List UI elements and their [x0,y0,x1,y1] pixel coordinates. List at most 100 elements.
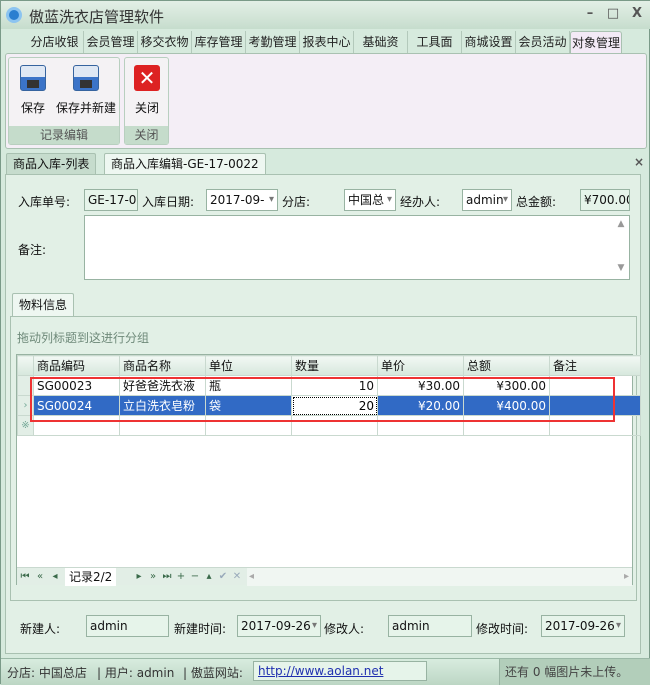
ribbon: 保存 保存并新建 记录编辑 ✕ 关闭 关闭 [5,53,647,149]
branch-select[interactable]: 中国总 [344,189,396,211]
total-label: 总金额: [516,195,557,209]
cell-note[interactable] [549,375,641,396]
cell-unit[interactable]: 瓶 [205,375,292,396]
upload-status: 还有 0 幅图片未上传。 [499,659,650,685]
minimize-button[interactable]: – [581,6,599,22]
app-window: 傲蓝洗衣店管理软件 – □ X 分店收银 会员管理 移交衣物 库存管理 考勤管理… [0,0,650,685]
tab-inventory[interactable]: 库存管理 [192,31,246,53]
cell-code[interactable]: SG00023 [33,375,120,396]
main-tab-strip: 分店收银 会员管理 移交衣物 库存管理 考勤管理 报表中心 基础资 工具面 商城… [4,31,648,53]
close-doc-icon[interactable]: × [634,155,644,169]
last-record-icon[interactable]: ⏭ [161,568,173,586]
cell-name[interactable]: 好爸爸洗衣液 [119,375,206,396]
save-and-new-button[interactable]: 保存并新建 [53,62,119,116]
current-row-icon[interactable]: › [17,395,34,416]
new-cell[interactable] [119,415,206,436]
new-cell[interactable] [205,415,292,436]
cell-amount[interactable]: ¥300.00 [463,375,550,396]
cell-amount[interactable]: ¥400.00 [463,395,550,416]
tab-tools[interactable]: 工具面 [408,31,462,53]
table-row-selected[interactable]: › SG00024 立白洗衣皂粉 袋 20 ¥20.00 ¥400.00 [17,395,641,416]
col-price[interactable]: 单价 [377,355,464,376]
date-picker[interactable]: 2017-09- [206,189,278,211]
save-label: 保存 [20,101,45,115]
prev-record-icon[interactable]: ◂ [49,568,61,586]
close-window-button[interactable]: X [628,6,646,22]
tab-reports[interactable]: 报表中心 [300,31,354,53]
col-name[interactable]: 商品名称 [119,355,206,376]
modified-time-field[interactable]: 2017-09-26 [541,615,625,637]
cancel-edit-icon[interactable]: ✕ [231,568,243,586]
table-row[interactable]: SG00023 好爸爸洗衣液 瓶 10 ¥30.00 ¥300.00 [17,375,641,396]
tab-stock-in-edit[interactable]: 商品入库编辑-GE-17-0022 [104,153,266,176]
row-indicator[interactable] [17,375,34,396]
cell-price[interactable]: ¥30.00 [377,375,464,396]
handler-select[interactable]: admin [462,189,512,211]
order-no-field[interactable]: GE-17-00 [84,189,138,211]
add-record-icon[interactable]: + [175,568,187,586]
memo-textarea[interactable]: ▲ ▼ [84,215,630,280]
created-time-field[interactable]: 2017-09-26 [237,615,321,637]
tab-member[interactable]: 会员管理 [84,31,138,53]
memo-scrollbar[interactable]: ▲ ▼ [613,216,629,279]
col-note[interactable]: 备注 [549,355,641,376]
next-record-icon[interactable]: ▸ [133,568,145,586]
col-code[interactable]: 商品编码 [33,355,120,376]
tab-mall-settings[interactable]: 商城设置 [462,31,516,53]
tab-basic-data[interactable]: 基础资 [354,31,408,53]
cell-unit[interactable]: 袋 [205,395,292,416]
first-record-icon[interactable]: ⏮ [19,568,31,586]
new-cell[interactable] [377,415,464,436]
tab-transfer[interactable]: 移交衣物 [138,31,192,53]
memo-label: 备注: [18,243,47,257]
ribbon-group-close: ✕ 关闭 关闭 [124,57,169,145]
save-and-new-label: 保存并新建 [55,101,116,115]
ribbon-group-record-edit: 保存 保存并新建 记录编辑 [8,57,120,145]
new-cell[interactable] [291,415,378,436]
group-label: 记录编辑 [9,126,119,144]
cell-code[interactable]: SG00024 [33,395,120,416]
tab-material-info[interactable]: 物料信息 [12,293,75,316]
new-cell[interactable] [463,415,550,436]
horizontal-scrollbar[interactable]: ◂ ▸ [247,568,632,586]
tab-stock-in-list[interactable]: 商品入库-列表 [6,153,97,175]
next-page-icon[interactable]: » [147,568,159,586]
branch-label: 分店: [282,195,311,209]
cell-qty[interactable]: 10 [291,375,378,396]
title-bar: 傲蓝洗衣店管理软件 – □ X [1,1,650,29]
cell-qty[interactable]: 20 [291,395,378,416]
col-amount[interactable]: 总额 [463,355,550,376]
col-qty[interactable]: 数量 [291,355,378,376]
modified-time-label: 修改时间: [476,622,529,636]
cell-note[interactable] [549,395,641,416]
header-indicator [17,355,34,376]
new-cell[interactable] [549,415,641,436]
created-time-label: 新建时间: [174,622,227,636]
delete-record-icon[interactable]: − [189,568,201,586]
edit-record-icon[interactable]: ▴ [203,568,215,586]
tab-member-activity[interactable]: 会员活动 [516,31,570,53]
confirm-edit-icon[interactable]: ✔ [217,568,229,586]
new-row-icon[interactable]: ※ [17,415,34,436]
website-link[interactable]: http://www.aolan.net [253,661,427,681]
modifier-field: admin [388,615,472,637]
group-by-hint: 拖动列标题到这进行分组 [17,331,150,345]
material-panel: 拖动列标题到这进行分组 商品编码 商品名称 单位 数量 单价 总额 备注 SG0… [10,316,641,601]
creator-field: admin [86,615,169,637]
prev-page-icon[interactable]: « [34,568,46,586]
save-button[interactable]: 保存 [13,62,53,116]
close-button[interactable]: ✕ 关闭 [127,62,167,116]
col-unit[interactable]: 单位 [205,355,292,376]
tab-branch-cashier[interactable]: 分店收银 [26,31,84,53]
creator-label: 新建人: [20,622,61,636]
tab-attendance[interactable]: 考勤管理 [246,31,300,53]
record-counter: 记录2/2 [65,568,117,586]
maximize-button[interactable]: □ [604,6,622,22]
new-row[interactable]: ※ [17,415,641,436]
cell-name[interactable]: 立白洗衣皂粉 [119,395,206,416]
new-cell[interactable] [33,415,120,436]
tab-object-management[interactable]: 对象管理 [570,31,622,53]
close-x-icon: ✕ [134,65,160,91]
cell-price[interactable]: ¥20.00 [377,395,464,416]
app-logo-icon [6,7,22,23]
